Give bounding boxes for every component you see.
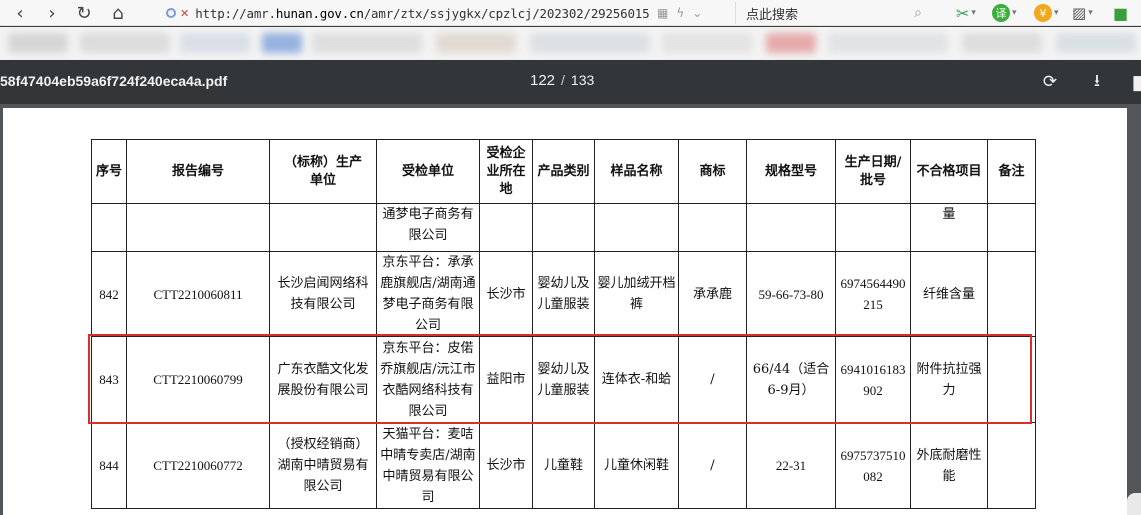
table-row: 842 CTT2210060811 长沙启闻网络科技有限公司 京东平台：承承鹿旗… — [91, 251, 1036, 337]
cell-producer: 长沙启闻网络科技有限公司 — [269, 251, 377, 337]
cell-failed-item: 量 — [910, 203, 988, 252]
cell-location: 益阳市 — [479, 336, 533, 423]
header-cell: 序号 — [91, 139, 127, 204]
table-row: 844 CTT2210060772 （授权经销商）湖南中晴贸易有限公司 天猫平台… — [91, 422, 1036, 509]
page-indicator: 122 / 133 — [530, 72, 594, 89]
coin-icon: ¥ — [1034, 4, 1052, 22]
cell-spec: 22-31 — [746, 422, 836, 509]
cell-report: CTT2210060772 — [126, 422, 270, 509]
image-extension[interactable]: ▨ ▾ — [1072, 3, 1093, 23]
cell-failed-item: 附件抗拉强力 — [910, 336, 988, 423]
cell-brand: / — [678, 336, 747, 423]
table-header-row: 序号 报告编号 （标称）生产单位 受检单位 受检企业所在地 产品类别 样品名称 … — [91, 139, 1036, 204]
apps-grid-icon: ■ — [1113, 3, 1129, 23]
cell-report: CTT2210060811 — [126, 251, 270, 337]
header-cell: 规格型号 — [746, 139, 836, 204]
back-arrow-icon[interactable]: ‹ — [6, 0, 34, 26]
cell-inspected: 通梦电子商务有限公司 — [376, 203, 480, 252]
total-pages: 133 — [570, 72, 595, 88]
rotate-icon[interactable]: ⟳ — [1038, 70, 1062, 94]
image-icon: ▨ — [1072, 4, 1087, 22]
browser-address-bar: ‹ › ↻ ⌂ ✕ http://amr.hunan.gov.cn/amr/zt… — [0, 0, 1141, 26]
cell-inspected: 京东平台：皮偌乔旗舰店/沅江市衣酷网络科技有限公司 — [376, 336, 480, 423]
cell-category: 婴幼儿及儿童服装 — [532, 336, 595, 423]
pdf-toolbar: 58f47404eb59a6f724f240eca4a.pdf 122/133 … — [0, 60, 1141, 104]
cell-note — [987, 422, 1036, 509]
table-row: 843 CTT2210060799 广东衣酷文化发展股份有限公司 京东平台：皮偌… — [91, 336, 1036, 423]
page-separator: / — [561, 72, 565, 88]
cell-batch: 6974564490215 — [835, 251, 911, 337]
header-cell: 产品类别 — [532, 139, 595, 204]
scroll-corner[interactable] — [1127, 493, 1141, 515]
scissors-icon: ✂ — [956, 3, 970, 23]
security-warning-icon: ✕ — [180, 6, 190, 20]
header-cell: 样品名称 — [594, 139, 679, 204]
header-cell: 受检企业所在地 — [479, 139, 533, 204]
cell-sample: 连体衣-和蛤 — [594, 336, 679, 423]
header-cell: 不合格项目 — [910, 139, 988, 204]
search-input[interactable]: 点此搜索 ⌕ — [735, 2, 930, 24]
apps-extension[interactable]: ■ — [1113, 3, 1128, 23]
scissors-extension[interactable]: ✂ ▾ — [956, 3, 976, 23]
cell-sample: 婴儿加绒开档裤 — [594, 251, 679, 337]
cell-note — [987, 336, 1036, 423]
pdf-filename: 58f47404eb59a6f724f240eca4a.pdf — [0, 73, 228, 89]
translate-extension[interactable]: 译 ▾ — [992, 3, 1017, 23]
cell-no: 842 — [91, 251, 127, 337]
cell-report: CTT2210060799 — [126, 336, 270, 423]
cell-failed-item: 外底耐磨性能 — [910, 422, 988, 509]
cell-producer: 广东衣酷文化发展股份有限公司 — [269, 336, 377, 423]
table-row: 通梦电子商务有限公司 量 — [91, 203, 1036, 252]
cell-no: 844 — [91, 422, 127, 509]
header-cell: 备注 — [987, 139, 1036, 204]
lightning-icon[interactable]: ϟ — [676, 6, 684, 20]
cell-failed-item: 纤维含量 — [910, 251, 988, 337]
forward-arrow-icon[interactable]: › — [38, 0, 66, 26]
cell-inspected: 天猫平台：麦咭中晴专卖店/湖南中晴贸易有限公司 — [376, 422, 480, 509]
header-cell: （标称）生产单位 — [269, 139, 377, 204]
reader-mode-icon[interactable]: ▦ — [657, 6, 668, 20]
cell-category: 儿童鞋 — [532, 422, 595, 509]
cell-brand: 承承鹿 — [678, 251, 747, 337]
download-icon[interactable]: ⭳ — [1085, 70, 1109, 94]
url-tools: ▦ ϟ ⌄ — [657, 2, 702, 24]
cell-location: 长沙市 — [479, 251, 533, 337]
url-field[interactable]: ✕ http://amr.hunan.gov.cn/amr/ztx/ssjygk… — [166, 2, 726, 24]
home-icon[interactable]: ⌂ — [104, 0, 132, 26]
cell-note — [987, 251, 1036, 337]
search-icon[interactable]: ⌕ — [914, 5, 922, 21]
current-page-field[interactable]: 122 — [530, 72, 555, 89]
cell-no: 843 — [91, 336, 127, 423]
header-cell: 报告编号 — [126, 139, 270, 204]
cell-brand: / — [678, 422, 747, 509]
header-cell: 生产日期/批号 — [835, 139, 911, 204]
inspection-results-table: 序号 报告编号 （标称）生产单位 受检单位 受检企业所在地 产品类别 样品名称 … — [91, 139, 1036, 509]
reload-icon[interactable]: ↻ — [70, 0, 98, 26]
bookmarks-bar-blurred — [0, 27, 1141, 60]
dropdown-chevron-icon[interactable]: ⌄ — [692, 6, 702, 20]
cell-location: 长沙市 — [479, 422, 533, 509]
cell-batch: 6941016183902 — [835, 336, 911, 423]
cell-inspected: 京东平台：承承鹿旗舰店/湖南通梦电子商务有限公司 — [376, 251, 480, 337]
cell-batch: 6975737510082 — [835, 422, 911, 509]
header-cell: 受检单位 — [376, 139, 480, 204]
cell-producer: （授权经销商）湖南中晴贸易有限公司 — [269, 422, 377, 509]
url-text: http://amr.hunan.gov.cn/amr/ztx/ssjygkx/… — [195, 5, 650, 21]
site-info-icon[interactable] — [166, 8, 176, 18]
cell-sample: 儿童休闲鞋 — [594, 422, 679, 509]
coin-extension[interactable]: ¥ ▾ — [1034, 3, 1059, 23]
cell-spec: 66/44（适合6-9月） — [746, 336, 836, 423]
header-cell: 商标 — [678, 139, 747, 204]
cell-category: 婴幼儿及儿童服装 — [532, 251, 595, 337]
print-icon[interactable]: ▆ — [1128, 70, 1141, 94]
cell-spec: 59-66-73-80 — [746, 251, 836, 337]
translate-icon: 译 — [992, 4, 1010, 22]
